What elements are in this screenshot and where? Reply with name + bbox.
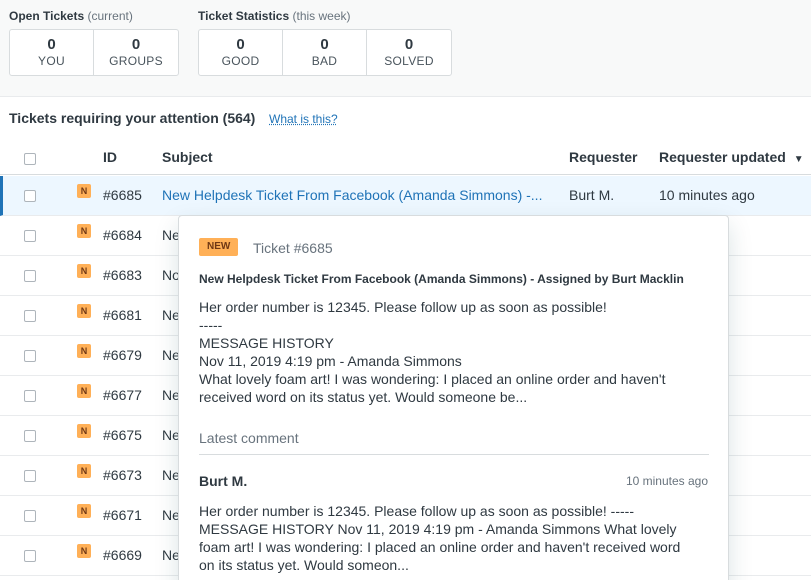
ticket-id: #6679: [103, 347, 142, 363]
status-new-badge: N: [77, 504, 91, 518]
status-new-badge: N: [77, 304, 91, 318]
row-checkbox[interactable]: [24, 270, 36, 282]
ticket-id: #6675: [103, 427, 142, 443]
section-title: Tickets requiring your attention (564): [9, 110, 256, 126]
stat-bad[interactable]: 0 BAD: [283, 30, 367, 75]
ticket-id: #6685: [103, 187, 142, 203]
row-checkbox[interactable]: [24, 390, 36, 402]
stat-you[interactable]: 0 YOU: [10, 30, 94, 75]
column-subject[interactable]: Subject: [162, 149, 213, 165]
column-requester[interactable]: Requester: [569, 149, 637, 165]
table-header: ID Subject Requester Requester updated ▼: [0, 139, 811, 175]
ticket-id: #6677: [103, 387, 142, 403]
ticket-id: #6681: [103, 307, 142, 323]
row-checkbox[interactable]: [24, 470, 36, 482]
ticket-id: #6673: [103, 467, 142, 483]
stat-solved[interactable]: 0 SOLVED: [367, 30, 451, 75]
ticket-id: #6684: [103, 227, 142, 243]
comment-body: Her order number is 12345. Please follow…: [199, 503, 681, 573]
latest-comment-label: Latest comment: [199, 430, 299, 446]
ticket-statistics-group: Ticket Statistics (this week) 0 GOOD 0 B…: [198, 9, 452, 76]
status-new-badge: N: [77, 464, 91, 478]
ticket-subject-link[interactable]: New Helpdesk Ticket From Facebook (Amand…: [162, 187, 557, 203]
row-checkbox[interactable]: [24, 350, 36, 362]
status-new-badge: N: [77, 344, 91, 358]
row-checkbox[interactable]: [24, 430, 36, 442]
ticket-title: New Helpdesk Ticket From Facebook (Amand…: [199, 272, 684, 286]
stat-good[interactable]: 0 GOOD: [199, 30, 283, 75]
ticket-statistics-title: Ticket Statistics (this week): [198, 9, 351, 23]
what-is-this-link[interactable]: What is this?: [269, 112, 338, 126]
ticket-id: #6669: [103, 547, 142, 563]
select-all-checkbox[interactable]: [24, 153, 36, 165]
status-new-badge: N: [77, 384, 91, 398]
ticket-id: #6671: [103, 507, 142, 523]
divider: [199, 454, 709, 455]
status-new-badge: N: [77, 224, 91, 238]
column-id[interactable]: ID: [103, 149, 117, 165]
table-row[interactable]: N #6685 New Helpdesk Ticket From Faceboo…: [0, 176, 811, 216]
status-new-badge: N: [77, 544, 91, 558]
row-checkbox[interactable]: [24, 310, 36, 322]
row-checkbox[interactable]: [24, 550, 36, 562]
column-requester-updated[interactable]: Requester updated ▼: [659, 149, 804, 165]
ticket-statistics-boxes: 0 GOOD 0 BAD 0 SOLVED: [198, 29, 452, 76]
ticket-id: #6683: [103, 267, 142, 283]
sort-desc-icon: ▼: [793, 154, 804, 165]
row-checkbox[interactable]: [24, 510, 36, 522]
row-checkbox[interactable]: [24, 230, 36, 242]
stats-bar: Open Tickets (current) 0 YOU 0 GROUPS Ti…: [0, 0, 811, 97]
open-tickets-title: Open Tickets (current): [9, 9, 133, 23]
status-badge: NEW: [199, 238, 239, 256]
status-new-badge: N: [77, 184, 91, 198]
open-tickets-boxes: 0 YOU 0 GROUPS: [9, 29, 179, 76]
open-tickets-group: Open Tickets (current) 0 YOU 0 GROUPS: [9, 9, 179, 76]
status-new-badge: N: [77, 264, 91, 278]
ticket-preview-popover: NEW Ticket #6685 New Helpdesk Ticket Fro…: [178, 215, 729, 580]
row-checkbox[interactable]: [24, 190, 36, 202]
ticket-description: Her order number is 12345. Please follow…: [199, 299, 666, 405]
ticket-requester: Burt M.: [569, 187, 615, 203]
ticket-number: Ticket #6685: [253, 240, 333, 256]
status-new-badge: N: [77, 424, 91, 438]
comment-time: 10 minutes ago: [625, 474, 708, 488]
comment-author: Burt M.: [199, 473, 248, 489]
stat-groups[interactable]: 0 GROUPS: [94, 30, 178, 75]
ticket-updated: 10 minutes ago: [659, 187, 755, 203]
